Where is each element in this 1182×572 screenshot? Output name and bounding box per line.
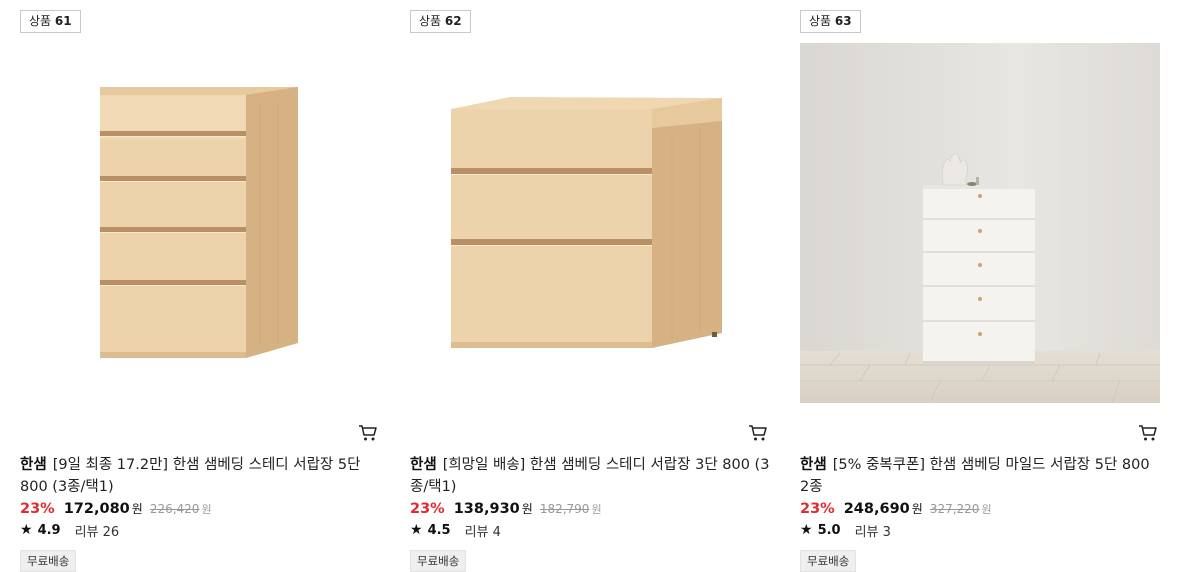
product-title[interactable]: 한샘 [5% 중복쿠폰] 한샘 샘베딩 마일드 서랍장 5단 800 2종: [800, 454, 1160, 498]
review-row: ★ 4.5 리뷰 4: [410, 520, 501, 540]
sale-price: 248,690: [843, 501, 910, 517]
review-count: 리뷰 26: [74, 524, 120, 540]
free-shipping-badge: 무료배송: [800, 550, 857, 572]
review-count: 리뷰 3: [854, 524, 891, 540]
sale-price: 172,080: [63, 501, 130, 517]
product-title[interactable]: 한샘 [9일 최종 17.2만] 한샘 샘베딩 스테디 서랍장 5단 800 (3…: [20, 454, 380, 498]
discount-rate: 23%: [800, 501, 835, 517]
rating-value: 4.5: [427, 522, 451, 538]
rank-badge: 상품 63: [800, 10, 861, 33]
product-card-63[interactable]: 상품 63 한샘 [5% 중복쿠폰] 한샘 샘베딩 마일드 서랍장 5단 800…: [800, 0, 1160, 572]
cart-icon: [359, 425, 377, 441]
free-shipping-badge: 무료배송: [410, 550, 467, 572]
add-to-cart-button[interactable]: [748, 424, 768, 442]
product-title[interactable]: 한샘 [희망일 배송] 한샘 샘베딩 스테디 서랍장 3단 800 (3종/택1): [410, 454, 770, 498]
rating-value: 5.0: [817, 522, 841, 538]
rank-badge: 상품 62: [410, 10, 471, 33]
review-row: ★ 5.0 리뷰 3: [800, 520, 891, 540]
review-count: 리뷰 4: [464, 524, 501, 540]
cart-icon: [1139, 425, 1157, 441]
product-image[interactable]: [20, 43, 380, 403]
brand-name: 한샘: [20, 457, 47, 473]
sale-price: 138,930: [453, 501, 520, 517]
currency-label: 원: [131, 502, 143, 516]
product-image[interactable]: [410, 43, 770, 403]
add-to-cart-button[interactable]: [358, 424, 378, 442]
star-icon: ★: [410, 522, 423, 538]
star-icon: ★: [800, 522, 813, 538]
five-drawer-wood-dresser-image: [20, 43, 380, 403]
discount-rate: 23%: [410, 501, 445, 517]
product-image[interactable]: [800, 43, 1160, 403]
white-dresser-room-image: [800, 43, 1160, 403]
free-shipping-badge: 무료배송: [20, 550, 77, 572]
price-row: 23% 172,080 원 226,420 원: [20, 500, 212, 522]
add-to-cart-button[interactable]: [1138, 424, 1158, 442]
original-currency-label: 원: [981, 503, 992, 516]
price-row: 23% 248,690 원 327,220 원: [800, 500, 992, 522]
currency-label: 원: [521, 502, 533, 516]
price-row: 23% 138,930 원 182,790 원: [410, 500, 602, 522]
discount-rate: 23%: [20, 501, 55, 517]
product-card-61[interactable]: 상품 61 한샘 [9일 최종 17.2만] 한샘 샘베딩 스테디 서랍장 5단…: [20, 0, 380, 572]
three-drawer-wood-dresser-image: [410, 43, 770, 403]
original-price: 327,220: [929, 502, 980, 516]
brand-name: 한샘: [800, 457, 827, 473]
review-row: ★ 4.9 리뷰 26: [20, 520, 119, 540]
star-icon: ★: [20, 522, 33, 538]
original-price: 182,790: [539, 502, 590, 516]
brand-name: 한샘: [410, 457, 437, 473]
product-card-62[interactable]: 상품 62 한샘 [희망일 배송] 한샘 샘베딩 스테디 서랍장 3단 800 …: [410, 0, 770, 572]
rating-value: 4.9: [37, 522, 61, 538]
original-price: 226,420: [149, 502, 200, 516]
rank-badge: 상품 61: [20, 10, 81, 33]
currency-label: 원: [911, 502, 923, 516]
original-currency-label: 원: [591, 503, 602, 516]
cart-icon: [749, 425, 767, 441]
original-currency-label: 원: [201, 503, 212, 516]
